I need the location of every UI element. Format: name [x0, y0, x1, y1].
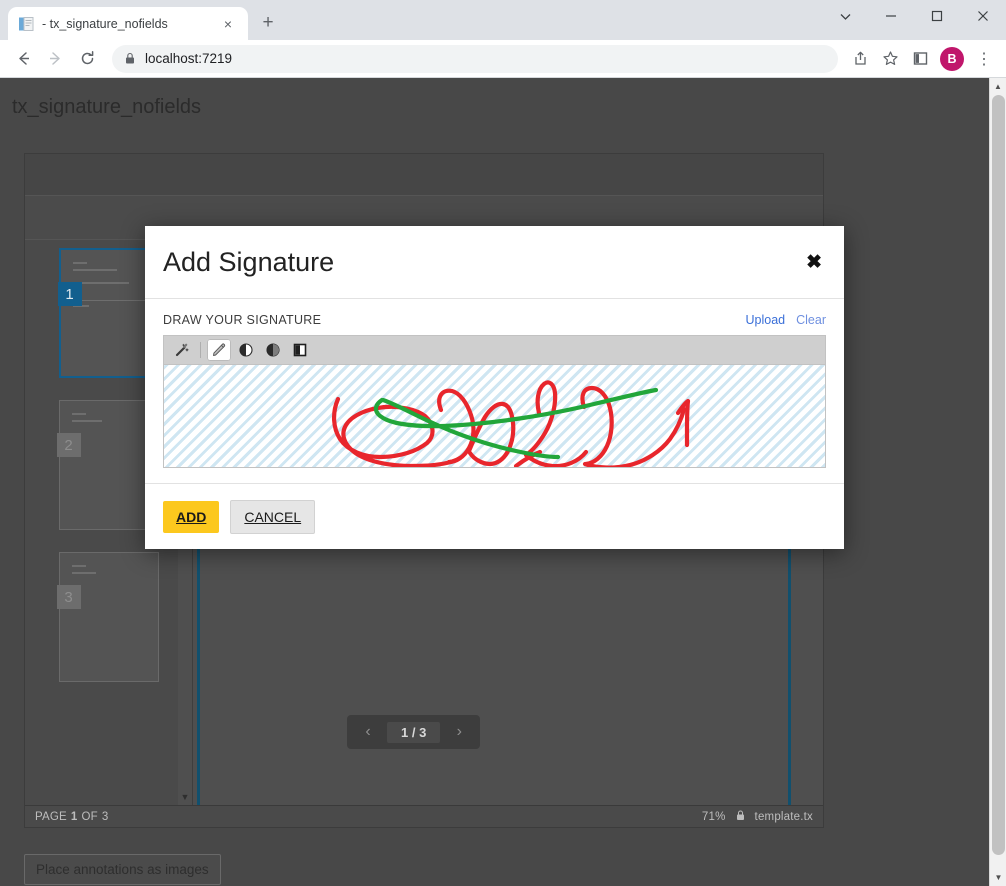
dialog-body: DRAW YOUR SIGNATURE Upload Clear	[145, 299, 844, 468]
profile-avatar[interactable]: B	[940, 46, 964, 71]
status-page-prefix: PAGE	[35, 810, 67, 823]
tab-close-icon[interactable]: ×	[218, 14, 238, 34]
pen-icon[interactable]	[207, 339, 231, 361]
page-scrollbar-thumb[interactable]	[992, 95, 1005, 855]
browser-toolbar: localhost:7219 B ⋮	[0, 40, 1006, 78]
statusbar-right: 71% template.tx	[702, 810, 813, 824]
forward-button[interactable]	[40, 44, 70, 74]
fill-split-icon[interactable]	[288, 339, 312, 361]
page-thumbnail-number: 3	[56, 585, 81, 609]
browser-tab[interactable]: - tx_signature_nofields ×	[8, 7, 248, 40]
document-favicon	[19, 16, 34, 31]
window-maximize-button[interactable]	[914, 0, 960, 32]
window-controls	[822, 0, 1006, 40]
document-lock-icon	[736, 810, 745, 824]
clear-link[interactable]: Clear	[796, 313, 826, 327]
draw-signature-label: DRAW YOUR SIGNATURE	[163, 313, 322, 327]
editor-ribbon-row1	[25, 154, 823, 196]
browser-titlebar: - tx_signature_nofields × +	[0, 0, 1006, 40]
tab-title: - tx_signature_nofields	[42, 16, 168, 31]
zoom-level[interactable]: 71%	[702, 811, 726, 823]
new-tab-button[interactable]: +	[254, 9, 282, 37]
scroll-down-icon[interactable]: ▼	[178, 792, 192, 802]
dialog-footer: ADD CANCEL	[145, 483, 844, 549]
lock-icon	[126, 52, 134, 64]
toolbar-separator	[200, 342, 201, 358]
contrast-left-icon[interactable]	[234, 339, 258, 361]
tab-search-icon[interactable]	[822, 0, 868, 32]
window-close-button[interactable]	[960, 0, 1006, 32]
browser-window: - tx_signature_nofields × + localhost:72…	[0, 0, 1006, 886]
signature-links: Upload Clear	[746, 313, 827, 327]
page-viewport: tx_signature_nofields 1 2 3 ▼ ‹ 1 / 3 › …	[0, 78, 1006, 886]
editor-statusbar: PAGE 1 OF 3 71% template.tx	[25, 805, 823, 827]
window-minimize-button[interactable]	[868, 0, 914, 32]
prev-page-button[interactable]: ‹	[355, 720, 381, 744]
next-page-button[interactable]: ›	[446, 720, 472, 744]
address-bar[interactable]: localhost:7219	[112, 44, 838, 73]
magic-wand-icon[interactable]	[170, 339, 194, 361]
signature-canvas[interactable]	[163, 364, 826, 468]
status-page-middle: OF	[81, 810, 98, 823]
upload-link[interactable]: Upload	[746, 313, 786, 327]
document-filename: template.tx	[754, 810, 813, 823]
status-page-current: 1	[70, 810, 78, 823]
bookmark-star-icon[interactable]	[876, 45, 904, 73]
toolbar-actions: B ⋮	[846, 45, 998, 73]
page-scrollbar[interactable]: ▲ ▼	[989, 78, 1006, 886]
add-button[interactable]: ADD	[163, 500, 220, 533]
share-icon[interactable]	[846, 45, 874, 73]
dialog-title: Add Signature	[163, 246, 335, 277]
page-indicator[interactable]: 1 / 3	[387, 721, 441, 743]
reload-button[interactable]	[72, 44, 102, 74]
signature-toolbar	[163, 335, 826, 364]
contrast-right-icon[interactable]	[261, 339, 285, 361]
scroll-up-icon[interactable]: ▲	[990, 78, 1006, 95]
page-title: tx_signature_nofields	[12, 96, 202, 118]
dialog-close-button[interactable]: ✖	[802, 247, 826, 278]
page-thumbnail-2[interactable]: 2	[56, 400, 159, 530]
dialog-header: Add Signature ✖	[145, 226, 844, 299]
signature-strokes	[332, 380, 691, 467]
add-signature-dialog: Add Signature ✖ DRAW YOUR SIGNATURE Uplo…	[145, 226, 844, 549]
cancel-button[interactable]: CANCEL	[230, 499, 316, 534]
browser-menu-icon[interactable]: ⋮	[970, 45, 998, 73]
status-page-total: 3	[101, 810, 109, 823]
url-text: localhost:7219	[145, 51, 233, 66]
page-thumbnail-1[interactable]: 1	[57, 248, 159, 378]
page-thumbnail-number: 1	[57, 282, 82, 306]
page-thumbnail-3[interactable]: 3	[56, 552, 159, 682]
place-annotations-button[interactable]: Place annotations as images	[24, 854, 221, 885]
back-button[interactable]	[8, 44, 38, 74]
collections-icon[interactable]	[906, 45, 934, 73]
page-navigator: ‹ 1 / 3 ›	[347, 715, 481, 749]
scroll-down-icon[interactable]: ▼	[990, 869, 1006, 886]
page-thumbnail-number: 2	[56, 433, 81, 457]
draw-row: DRAW YOUR SIGNATURE Upload Clear	[163, 313, 826, 327]
